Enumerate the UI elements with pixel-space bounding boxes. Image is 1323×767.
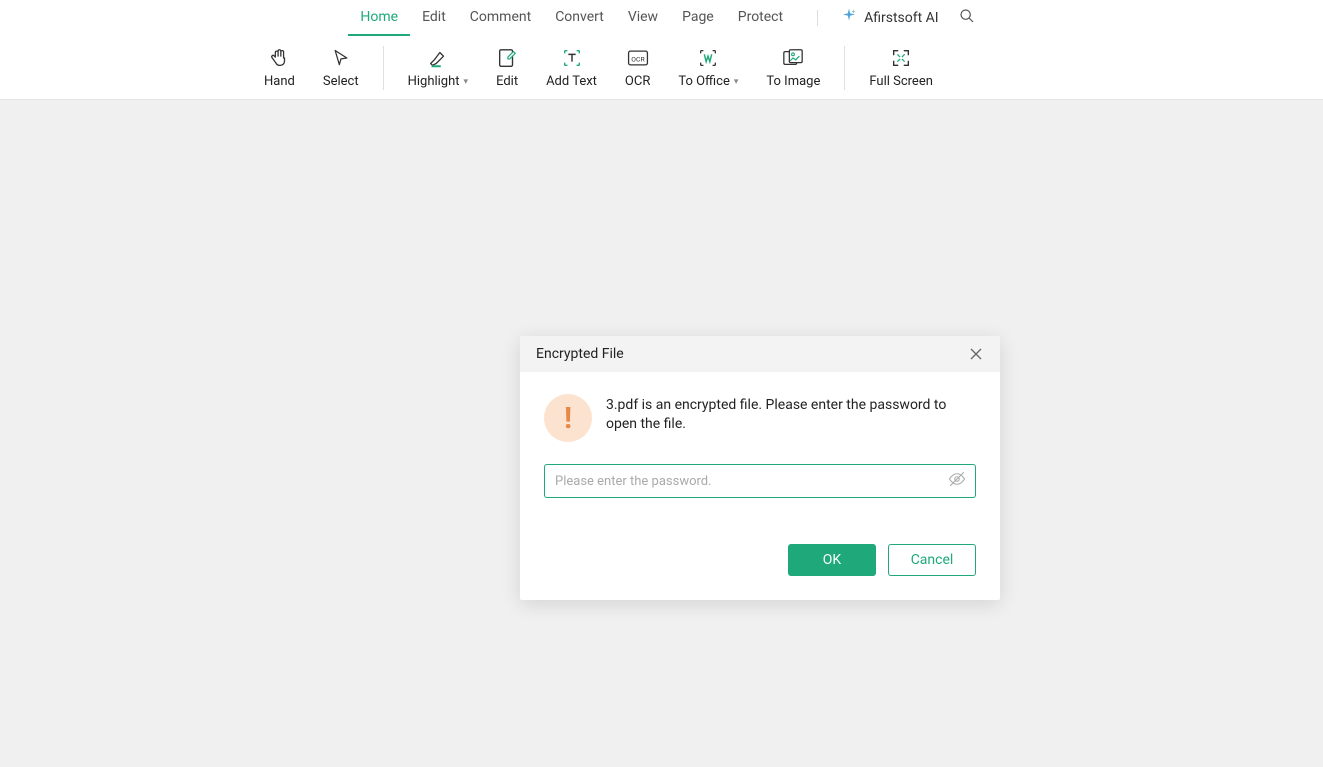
ribbon-ocr-label: OCR xyxy=(625,74,650,89)
ai-label: Afirstsoft AI xyxy=(864,10,939,26)
search-button[interactable] xyxy=(959,8,975,28)
ribbon-add-text-label: Add Text xyxy=(546,74,597,89)
cursor-icon xyxy=(331,46,351,70)
dialog-header: Encrypted File xyxy=(520,336,1000,372)
ribbon-highlight[interactable]: Highlight ▾ xyxy=(394,36,482,99)
close-icon xyxy=(970,348,982,360)
ribbon-to-image-label: To Image xyxy=(766,74,820,89)
ai-button[interactable]: Afirstsoft AI xyxy=(840,7,939,29)
ok-button[interactable]: OK xyxy=(788,544,876,576)
menu-tabs: Home Edit Comment Convert View Page Prot… xyxy=(348,0,974,36)
tab-comment[interactable]: Comment xyxy=(458,0,543,36)
ribbon-separator-2 xyxy=(844,46,845,90)
hand-icon xyxy=(268,46,290,70)
tab-view[interactable]: View xyxy=(616,0,670,36)
encrypted-file-dialog: Encrypted File ! 3.pdf is an encrypted f… xyxy=(520,336,1000,600)
ribbon-separator-1 xyxy=(383,46,384,90)
ribbon-toolbar: Hand Select Highlight ▾ Edit xyxy=(0,36,1323,100)
ribbon-edit-label: Edit xyxy=(496,74,518,89)
close-button[interactable] xyxy=(968,346,984,362)
search-icon xyxy=(959,8,975,24)
password-input[interactable] xyxy=(544,464,976,498)
to-office-icon xyxy=(697,46,719,70)
menu-separator xyxy=(817,10,818,26)
ribbon-ocr[interactable]: OCR OCR xyxy=(611,36,664,99)
toggle-password-visibility[interactable] xyxy=(948,470,966,492)
ribbon-full-screen[interactable]: Full Screen xyxy=(855,36,947,99)
cancel-button[interactable]: Cancel xyxy=(888,544,976,576)
ribbon-highlight-label: Highlight xyxy=(408,74,460,89)
tab-page[interactable]: Page xyxy=(670,0,726,36)
ribbon-select[interactable]: Select xyxy=(309,36,373,99)
ribbon-hand-label: Hand xyxy=(264,74,295,89)
chevron-down-icon: ▾ xyxy=(464,77,469,87)
menu-bar: Home Edit Comment Convert View Page Prot… xyxy=(0,0,1323,36)
dialog-footer: OK Cancel xyxy=(544,544,976,576)
tab-protect[interactable]: Protect xyxy=(726,0,795,36)
add-text-icon xyxy=(561,46,583,70)
chevron-down-icon: ▾ xyxy=(734,77,739,87)
ribbon-to-image[interactable]: To Image xyxy=(752,36,834,99)
dialog-message: 3.pdf is an encrypted file. Please enter… xyxy=(606,394,976,434)
ocr-icon: OCR xyxy=(626,46,650,70)
tab-edit[interactable]: Edit xyxy=(410,0,458,36)
password-field xyxy=(544,464,976,498)
warning-row: ! 3.pdf is an encrypted file. Please ent… xyxy=(544,394,976,442)
ribbon-full-screen-label: Full Screen xyxy=(869,74,933,89)
tab-convert[interactable]: Convert xyxy=(543,0,616,36)
highlight-icon xyxy=(427,46,449,70)
eye-off-icon xyxy=(948,470,966,488)
dialog-body: ! 3.pdf is an encrypted file. Please ent… xyxy=(520,372,1000,600)
ribbon-to-office[interactable]: To Office ▾ xyxy=(664,36,752,99)
ribbon-hand[interactable]: Hand xyxy=(250,36,309,99)
dialog-title: Encrypted File xyxy=(536,346,624,362)
edit-icon xyxy=(496,46,518,70)
tab-home[interactable]: Home xyxy=(348,0,410,36)
ribbon-to-office-label: To Office xyxy=(678,74,730,89)
sparkle-icon xyxy=(840,7,858,29)
fullscreen-icon xyxy=(890,46,912,70)
to-image-icon xyxy=(781,46,805,70)
ribbon-edit[interactable]: Edit xyxy=(482,36,532,99)
ribbon-select-label: Select xyxy=(323,74,359,89)
svg-text:OCR: OCR xyxy=(631,55,645,63)
ribbon-add-text[interactable]: Add Text xyxy=(532,36,611,99)
warning-icon: ! xyxy=(544,394,592,442)
